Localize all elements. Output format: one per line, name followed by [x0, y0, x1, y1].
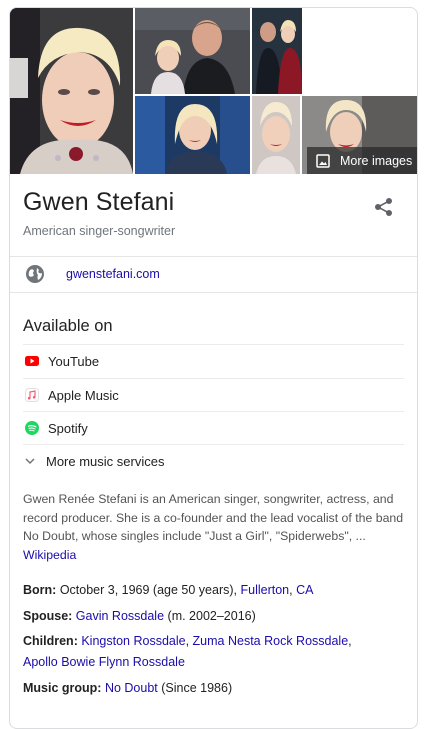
- service-label: YouTube: [48, 354, 100, 369]
- entity-subtitle: American singer-songwriter: [23, 224, 176, 238]
- fact-children: Children: Kingston Rossdale, Zuma Nesta …: [23, 631, 408, 673]
- apple-music-icon: [25, 388, 39, 402]
- available-on-heading: Available on: [23, 317, 113, 335]
- fact-spouse: Spouse: Gavin Rossdale (m. 2002–2016): [23, 606, 408, 627]
- service-label: Spotify: [48, 421, 88, 436]
- fact-value: (Since 1986): [161, 681, 233, 695]
- image-2[interactable]: [135, 8, 250, 94]
- fact-label: Born:: [23, 583, 57, 597]
- image-gallery-icon: [316, 153, 330, 168]
- service-apple-music[interactable]: Apple Music: [23, 378, 404, 412]
- fullerton-link[interactable]: Fullerton: [240, 583, 289, 597]
- spotify-icon: [25, 421, 39, 435]
- image-5[interactable]: [252, 96, 300, 174]
- child-link[interactable]: Kingston Rossdale: [81, 634, 185, 648]
- image-collage: More images: [10, 8, 417, 174]
- music-group-link[interactable]: No Doubt: [105, 681, 158, 695]
- chevron-down-icon: [25, 458, 35, 465]
- entity-title: Gwen Stefani: [23, 188, 175, 216]
- website-link[interactable]: gwenstefani.com: [66, 267, 160, 281]
- fact-value: (m. 2002–2016): [167, 609, 256, 623]
- image-4[interactable]: [135, 96, 250, 174]
- image-1[interactable]: [10, 8, 133, 174]
- comma-separator: ,: [348, 634, 352, 648]
- youtube-icon: [25, 356, 39, 366]
- more-images-button[interactable]: More images: [307, 147, 417, 174]
- more-music-services[interactable]: More music services: [23, 444, 404, 478]
- service-spotify[interactable]: Spotify: [23, 411, 404, 445]
- service-label: Apple Music: [48, 388, 119, 403]
- panel-header: Gwen Stefani American singer-songwriter: [10, 174, 417, 257]
- wikipedia-link[interactable]: Wikipedia: [23, 548, 76, 562]
- fact-label: Children:: [23, 634, 78, 648]
- website-row: gwenstefani.com: [10, 257, 417, 293]
- fact-music-group: Music group: No Doubt (Since 1986): [23, 678, 408, 699]
- knowledge-panel: More images Gwen Stefani American singer…: [9, 7, 418, 729]
- image-3[interactable]: [252, 8, 302, 94]
- service-youtube[interactable]: YouTube: [23, 344, 404, 378]
- description-text: Gwen Renée Stefani is an American singer…: [23, 492, 404, 543]
- more-images-label: More images: [340, 153, 413, 168]
- share-icon[interactable]: [373, 196, 395, 218]
- entity-description: Gwen Renée Stefani is an American singer…: [23, 490, 408, 564]
- fact-label: Spouse:: [23, 609, 73, 623]
- globe-icon: [26, 265, 44, 283]
- comma-separator: ,: [185, 634, 190, 648]
- more-services-label: More music services: [46, 454, 165, 469]
- child-link[interactable]: Zuma Nesta Rock Rossdale: [193, 634, 349, 648]
- spouse-link[interactable]: Gavin Rossdale: [76, 609, 164, 623]
- ca-link[interactable]: CA: [296, 583, 313, 597]
- child-link[interactable]: Apollo Bowie Flynn Rossdale: [23, 655, 185, 669]
- comma-separator: ,: [289, 583, 293, 597]
- fact-value: October 3, 1969 (age 50 years),: [59, 583, 237, 597]
- fact-born: Born: October 3, 1969 (age 50 years), Fu…: [23, 580, 408, 601]
- fact-label: Music group:: [23, 681, 102, 695]
